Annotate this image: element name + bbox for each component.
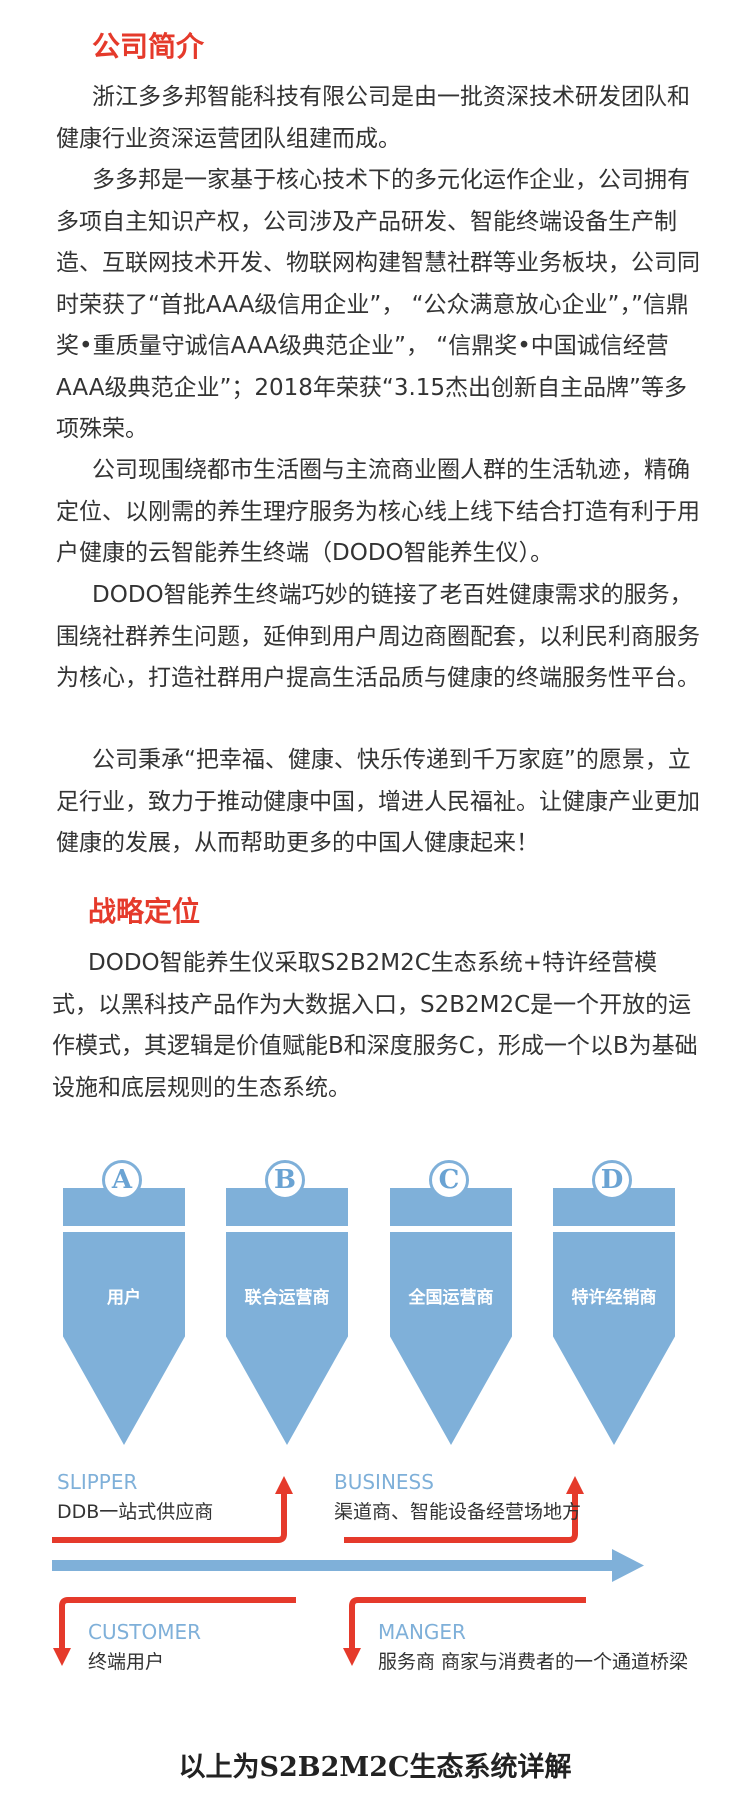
desc-manger: 服务商 商家与消费者的一个通道桥梁: [378, 1651, 689, 1673]
role-customer: CUSTOMER: [88, 1620, 202, 1644]
card-franchise-dealer: D 特许经销商: [553, 1155, 675, 1445]
role-business: BUSINESS: [334, 1470, 434, 1494]
card-arrow-body: [226, 1232, 348, 1445]
intro-title: 公司简介: [92, 30, 205, 63]
red-arrowhead-down-icon: [53, 1648, 71, 1666]
role-slipper: SLIPPER: [57, 1470, 138, 1494]
card-arrow-body: [390, 1232, 512, 1445]
blue-arrowhead-right-icon: [612, 1549, 644, 1582]
letter-b-badge-icon: B: [265, 1160, 305, 1200]
role-manger: MANGER: [378, 1620, 466, 1644]
intro-paragraph-3: 公司现围绕都市生活圈与主流商业圈人群的生活轨迹，精确定位、以刚需的养生理疗服务为…: [56, 457, 700, 566]
blue-arrow-bar: [52, 1560, 617, 1571]
letter-d-badge-icon: D: [592, 1160, 632, 1200]
intro-paragraph-1: 浙江多多邦智能科技有限公司是由一批资深技术研发团队和健康行业资深运营团队组建而成…: [56, 84, 690, 152]
card-arrow-body: [63, 1232, 185, 1445]
card-arrow-body: [553, 1232, 675, 1445]
flow-diagram: SLIPPER DDB一站式供应商 BUSINESS 渠道商、智能设备经营场地方…: [0, 1460, 750, 1710]
intro-paragraph-2: 多多邦是一家基于核心技术下的多元化运作企业，公司拥有多项自主知识产权，公司涉及产…: [56, 167, 700, 442]
card-national-operator: C 全国运营商: [390, 1155, 512, 1445]
card-label: 用户: [107, 1288, 141, 1308]
letter-c-badge-icon: C: [429, 1160, 469, 1200]
intro-paragraph-4: DODO智能养生终端巧妙的链接了老百姓健康需求的服务，围绕社群养生问题，延伸到用…: [56, 582, 700, 691]
strategy-paragraph: DODO智能养生仪采取S2B2M2C生态系统+特许经营模式，以黑科技产品作为大数…: [52, 950, 698, 1101]
desc-customer: 终端用户: [88, 1651, 165, 1673]
strategy-title: 战略定位: [88, 895, 201, 928]
desc-business: 渠道商、智能设备经营场地方: [334, 1501, 582, 1523]
card-joint-operator: B 联合运营商: [226, 1155, 348, 1445]
card-label: 特许经销商: [571, 1288, 657, 1308]
desc-slipper: DDB一站式供应商: [57, 1501, 214, 1523]
letter-a-badge-icon: A: [102, 1160, 142, 1200]
red-arrowhead-up-icon: [275, 1476, 293, 1494]
card-label: 联合运营商: [244, 1288, 330, 1308]
footer-caption: 以上为S2B2M2C生态系统详解: [178, 1752, 572, 1783]
card-label: 全国运营商: [408, 1288, 494, 1308]
role-cards: A 用户 B 联合运营商 C 全国运营商 D 特许经销商: [63, 1155, 693, 1445]
intro-paragraph-5: 公司秉承“把幸福、健康、快乐传递到千万家庭”的愿景，立足行业，致力于推动健康中国…: [56, 747, 700, 856]
card-user: A 用户: [63, 1155, 185, 1445]
